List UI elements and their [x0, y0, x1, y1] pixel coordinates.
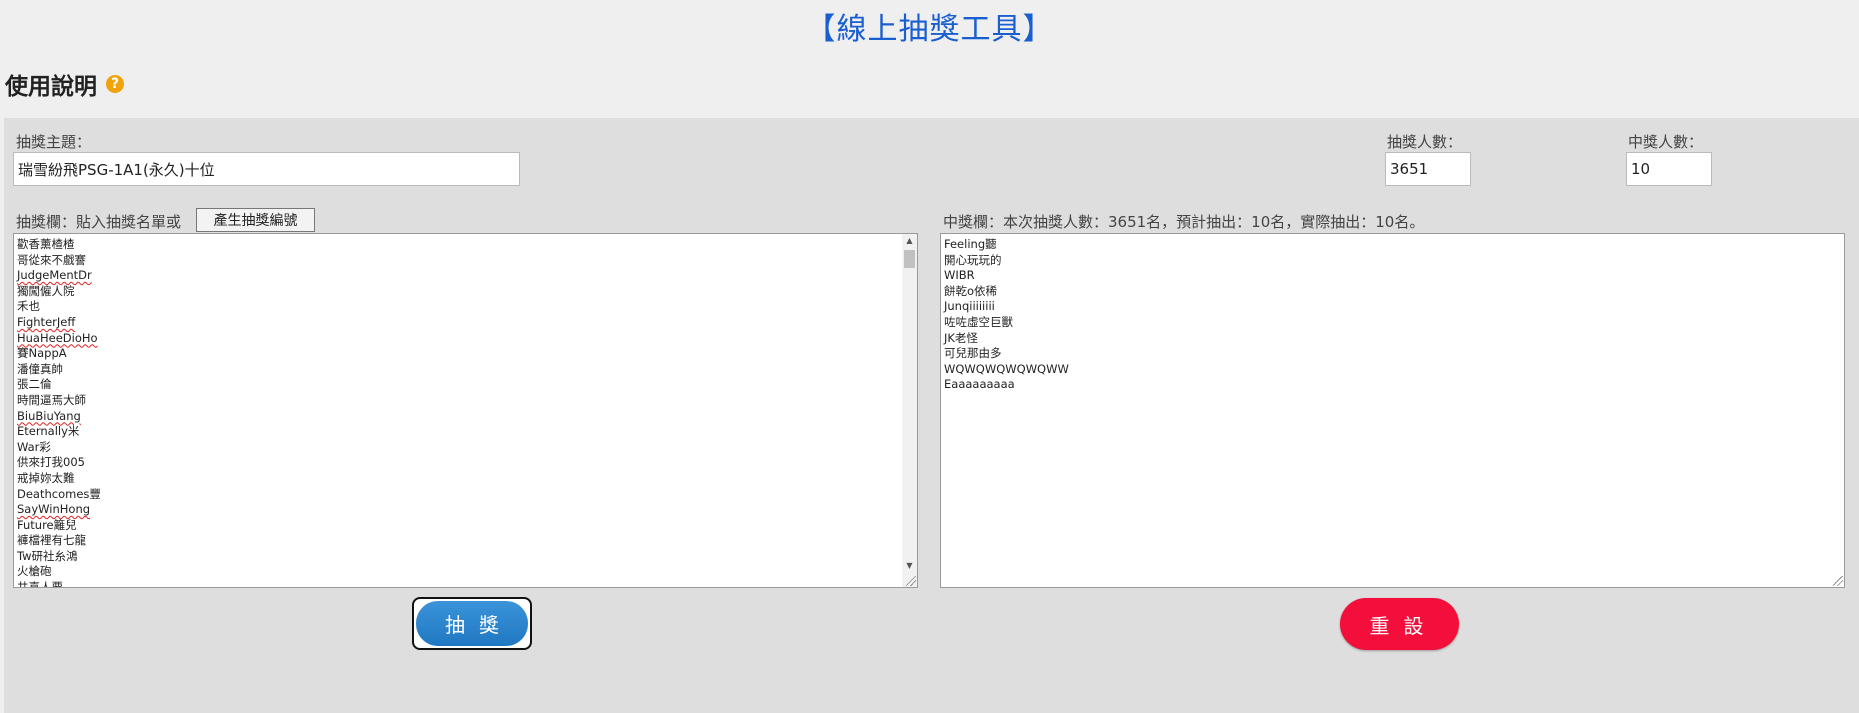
- topic-label: 抽獎主題：: [16, 133, 92, 151]
- list-item: 共喜人要: [17, 580, 63, 588]
- entry-box-label: 抽獎欄：貼入抽獎名單或: [16, 213, 182, 231]
- participants-count-input[interactable]: [1385, 152, 1471, 186]
- usage-heading[interactable]: 使用說明 ?: [5, 67, 124, 101]
- list-item: WQWQWQWQWQWW: [944, 361, 1069, 376]
- list-item: Deathcomes豐: [17, 486, 101, 501]
- winners-count-label: 中獎人數：: [1628, 133, 1704, 151]
- participants-count-label: 抽獎人數：: [1387, 133, 1463, 151]
- list-item: 餅乾o依稀: [944, 283, 998, 298]
- list-item: 禾也: [17, 299, 40, 314]
- draw-button[interactable]: 抽獎: [412, 597, 532, 650]
- result-lines: Feeling聽 開心玩玩的 WIBR 餅乾o依稀 Junqiiiiiiii 咗咗虛空巨獸…: [944, 237, 1844, 393]
- list-item: Junqiiiiiiii: [944, 299, 995, 314]
- list-item: Eaaaaaaaaa: [944, 377, 1015, 392]
- list-item: 戒掉妳太難: [17, 470, 75, 485]
- generate-numbers-button[interactable]: 產生抽獎編號: [196, 208, 315, 232]
- help-icon[interactable]: ?: [106, 75, 124, 93]
- scroll-up-icon[interactable]: ▲: [902, 234, 917, 248]
- entry-scrollbar[interactable]: ▲ ▼: [902, 234, 917, 587]
- resize-grip-icon[interactable]: [906, 576, 916, 586]
- list-item: HuaHeeDioHo: [17, 330, 98, 345]
- list-item: 褲檔裡有七龍: [17, 533, 86, 548]
- list-item: 咗咗虛空巨獸: [944, 314, 1013, 329]
- list-item: 潘僮真帥: [17, 361, 63, 376]
- list-item: JudgeMentDr: [17, 268, 92, 283]
- entry-textarea[interactable]: 歡香薰楂楂 哥從來不戲謇 JudgeMentDr 獨闖僱人院 禾也 FighterJeff…: [13, 233, 918, 588]
- list-item: 賽NappA: [17, 346, 67, 361]
- list-item: 供來打我005: [17, 455, 85, 470]
- entry-lines: 歡香薰楂楂 哥從來不戲謇 JudgeMentDr 獨闖僱人院 禾也 FighterJeff…: [17, 237, 917, 588]
- result-textarea[interactable]: Feeling聽 開心玩玩的 WIBR 餅乾o依稀 Junqiiiiiiii 咗咗虛空巨獸…: [940, 233, 1845, 588]
- list-item: 時間逼焉大師: [17, 392, 86, 407]
- list-item: FighterJeff: [17, 314, 76, 329]
- list-item: Tw研社糸鴻: [17, 548, 78, 563]
- scroll-thumb[interactable]: [904, 250, 915, 268]
- list-item: JK老怪: [944, 330, 978, 345]
- list-item: 可兒那由多: [944, 346, 1002, 361]
- result-box-label: 中獎欄：本次抽獎人數：3651名，預計抽出：10名，實際抽出：10名。: [943, 213, 1425, 231]
- list-item: 歡香薰楂楂: [17, 237, 75, 251]
- reset-button[interactable]: 重設: [1340, 598, 1459, 650]
- topic-input[interactable]: [13, 152, 520, 186]
- list-item: Eternally米: [17, 424, 80, 439]
- scroll-down-icon[interactable]: ▼: [902, 559, 917, 573]
- list-item: War彩: [17, 439, 51, 454]
- list-item: BiuBiuYang: [17, 408, 81, 423]
- list-item: 哥從來不戲謇: [17, 252, 86, 267]
- page-title: 【線上抽獎工具】: [805, 12, 1054, 47]
- list-item: 張二倫: [17, 377, 52, 392]
- usage-heading-label: 使用說明: [5, 74, 97, 100]
- list-item: Future籬兒: [17, 517, 77, 532]
- list-item: 開心玩玩的: [944, 252, 1002, 267]
- winners-count-input[interactable]: [1626, 152, 1712, 186]
- list-item: WIBR: [944, 268, 975, 283]
- list-item: SayWinHong: [17, 502, 91, 517]
- list-item: Feeling聽: [944, 237, 997, 251]
- list-item: 火槍砲: [17, 564, 52, 579]
- draw-button-label: 抽獎: [416, 601, 528, 646]
- list-item: 獨闖僱人院: [17, 283, 75, 298]
- resize-grip-icon[interactable]: [1833, 576, 1843, 586]
